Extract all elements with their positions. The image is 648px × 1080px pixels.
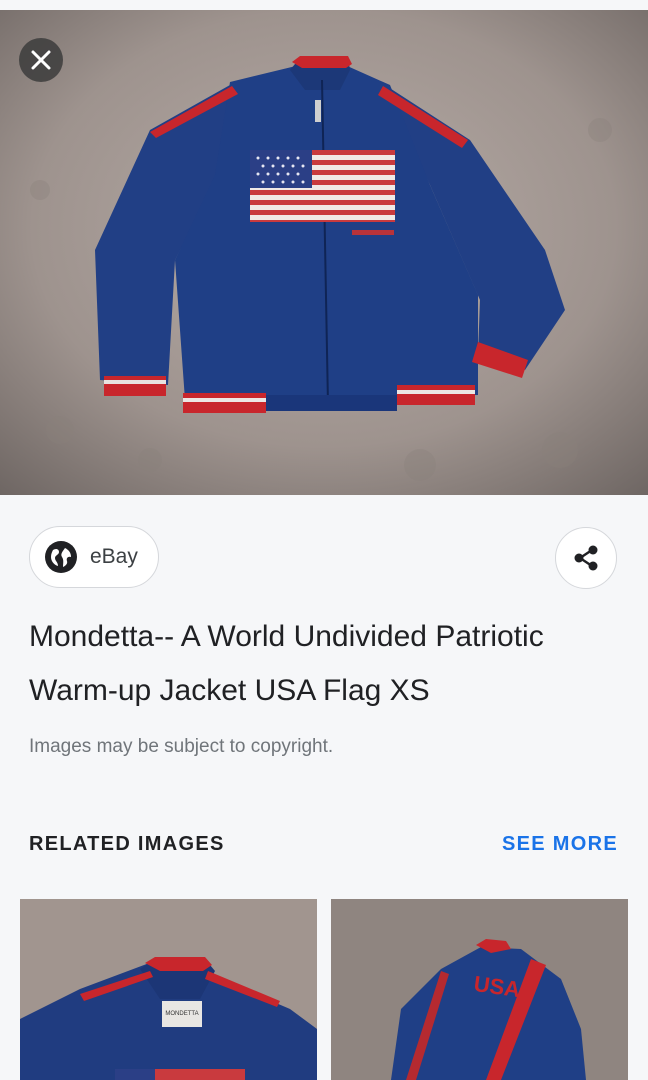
result-title[interactable]: Mondetta-- A World Undivided Patriotic W… [29,610,629,718]
see-more-link[interactable]: SEE MORE [502,833,618,856]
thumbnail-image: MONDETTA [20,899,317,1080]
source-chip[interactable]: eBay [29,526,159,588]
image-viewer-page: eBay Mondetta-- A World Undivided Patrio… [0,0,648,1080]
related-thumbnail[interactable]: USA [331,899,628,1080]
copyright-note: Images may be subject to copyright. [29,736,334,757]
share-button[interactable] [555,527,617,589]
jacket-photo [0,10,648,495]
share-icon [574,545,598,571]
related-thumbnail[interactable]: MONDETTA [20,899,317,1080]
thumbnail-image: USA [331,899,628,1080]
globe-icon [45,541,77,573]
hero-image[interactable] [0,10,648,495]
status-strip [0,0,648,10]
close-icon [31,50,51,70]
thumbnail-caption: MONDETTA [165,1011,198,1017]
close-button[interactable] [19,38,63,82]
source-label: eBay [90,545,138,568]
related-images-heading: RELATED IMAGES [29,833,225,855]
